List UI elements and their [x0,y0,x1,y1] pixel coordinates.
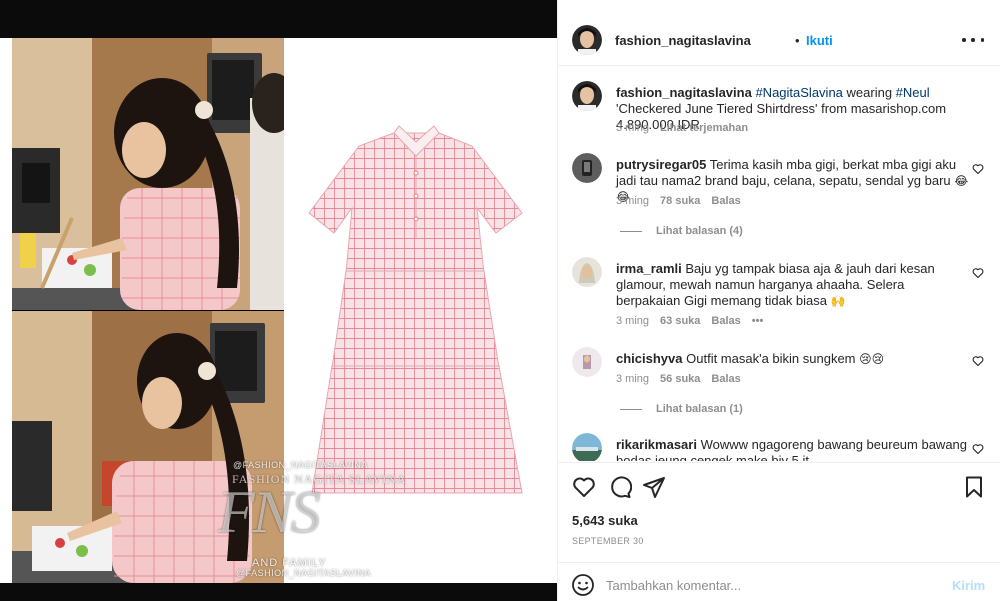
comment-meta: 3 ming 63 suka Balas ••• [616,315,763,327]
dress-illustration [308,125,523,494]
post-date[interactable]: SEPTEMBER 30 [572,536,644,546]
hashtag-link[interactable]: #NagitaSlavina [755,85,842,100]
media-letterbox-bottom [0,583,557,601]
media-letterbox-top [0,0,557,38]
add-comment-bar: Kirim [558,562,1000,601]
avatar-image [572,25,602,55]
avatar-image [572,433,602,461]
comment-meta: 3 ming 56 suka Balas [616,373,741,385]
watermark-handle-2: @FASHION_NAGITASLAVINA [236,568,371,578]
comment-username[interactable]: rikarikmasari [616,437,697,452]
comment-meta: 3 ming 78 suka Balas [616,195,741,207]
comment-likes[interactable]: 63 suka [660,315,700,327]
comment-item: irma_ramli Baju yg tampak biasa aja & ja… [558,257,1000,327]
post-header: fashion_nagitaslavina • Ikuti [558,0,1000,66]
caption-username[interactable]: fashion_nagitaslavina [616,85,752,100]
comment-body: Outfit masak'a bikin sungkem [686,351,856,366]
heart-icon[interactable] [972,355,984,367]
comment-time[interactable]: 3 ming [616,195,649,207]
header-separator: • [795,33,800,48]
comment-avatar[interactable] [572,433,602,461]
avatar-image [572,153,602,183]
view-replies-button[interactable]: Lihat balasan (4) [620,225,743,237]
product-dress-image [284,38,557,583]
comments-list[interactable]: fashion_nagitaslavina #NagitaSlavina wea… [558,67,1000,461]
post-panel: fashion_nagitaslavina • Ikuti fashion_na… [557,0,1000,601]
comment-avatar[interactable] [572,347,602,377]
header-username[interactable]: fashion_nagitaslavina [615,33,751,48]
heart-icon[interactable] [972,267,984,279]
paper-plane-icon[interactable] [642,475,666,499]
watermark-logo: FNS [218,479,321,545]
comment-text: chicishyva Outfit masak'a bikin sungkem … [616,351,971,367]
comment-text: irma_ramli Baju yg tampak biasa aja & ja… [616,261,971,309]
view-replies-label: Lihat balasan (4) [656,225,743,237]
comment-icon[interactable] [608,475,632,499]
view-replies-label: Lihat balasan (1) [656,403,743,415]
comment-avatar[interactable] [572,257,602,287]
comment-text: rikarikmasari Wowww ngagoreng bawang beu… [616,437,971,461]
follow-button[interactable]: Ikuti [806,33,833,48]
reply-button[interactable]: Balas [711,315,740,327]
comment-item: rikarikmasari Wowww ngagoreng bawang beu… [558,433,1000,461]
comment-item: putrysiregar05 Terima kasih mba gigi, be… [558,153,1000,243]
comment-username[interactable]: putrysiregar05 [616,157,706,172]
comment-emoji: 🙌 [830,294,846,308]
watermark-handle: @FASHION_NAGITASLAVINA [233,460,368,470]
comment-likes[interactable]: 78 suka [660,195,700,207]
heart-icon[interactable] [972,443,984,455]
translate-link[interactable]: Lihat terjemahan [660,122,748,134]
comment-input[interactable] [606,573,936,597]
post-media[interactable]: @FASHION_NAGITASLAVINA FASHION NAGITA SL… [0,0,557,601]
caption-body: wearing [842,85,896,100]
bookmark-icon[interactable] [962,475,986,499]
post-comment-button[interactable]: Kirim [952,578,985,593]
caption: fashion_nagitaslavina #NagitaSlavina wea… [558,81,1000,143]
heart-icon[interactable] [972,163,984,175]
kitchen-photo-top [12,38,284,310]
avatar-image [572,257,602,287]
comment-likes[interactable]: 56 suka [660,373,700,385]
avatar[interactable] [572,25,602,55]
comment-time[interactable]: 3 ming [616,315,649,327]
caption-time[interactable]: 3 ming [616,122,649,134]
post-actions: 5,643 suka SEPTEMBER 30 Kirim [558,462,1000,601]
comment-emoji: 😢😢 [859,352,885,366]
smiley-icon[interactable] [571,573,595,597]
avatar-image [572,81,602,111]
avatar-image [572,347,602,377]
hashtag-link[interactable]: #Neul [896,85,930,100]
comment-username[interactable]: chicishyva [616,351,683,366]
heart-icon[interactable] [572,475,596,499]
like-count[interactable]: 5,643 suka [572,513,638,528]
comment-item: chicishyva Outfit masak'a bikin sungkem … [558,347,1000,417]
media-edge [0,38,12,583]
comment-username[interactable]: irma_ramli [616,261,682,276]
more-horizontal-icon[interactable] [962,33,984,47]
reply-button[interactable]: Balas [711,195,740,207]
comment-time[interactable]: 3 ming [616,373,649,385]
view-replies-button[interactable]: Lihat balasan (1) [620,403,743,415]
reply-button[interactable]: Balas [711,373,740,385]
caption-avatar[interactable] [572,81,602,111]
comment-options-button[interactable]: ••• [752,315,764,327]
caption-meta: 3 ming Lihat terjemahan [616,122,748,134]
comment-avatar[interactable] [572,153,602,183]
kitchen-scene-image [12,38,284,310]
